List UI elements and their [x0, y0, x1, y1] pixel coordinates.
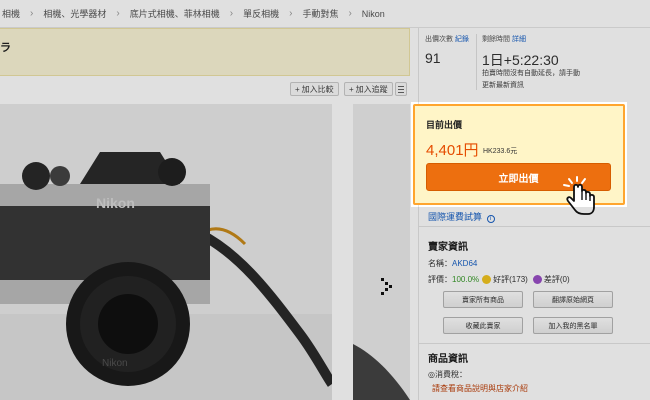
add-compare-button[interactable]: + 加入比較 — [290, 82, 339, 96]
devil-face-icon — [532, 275, 542, 284]
menu-icon[interactable] — [395, 82, 407, 96]
bad-reviews-link[interactable]: 差評(0) — [544, 274, 570, 285]
read-description-note: 請查看商品說明與店家介紹 — [432, 384, 528, 393]
translate-page-button[interactable]: 翻譯原始網頁 — [533, 291, 613, 308]
seller-rating-percent: 100.0% — [452, 275, 480, 284]
item-title-fragment: ラ — [0, 42, 11, 54]
time-left-value: 1日+5:22:30 — [482, 52, 559, 68]
camera-image: Nikon Nikon — [0, 104, 332, 400]
time-left-label-text: 剩餘時間 — [482, 36, 510, 43]
bid-count-value: 91 — [425, 50, 441, 66]
current-bid-price: 4,401円 — [426, 142, 479, 159]
bid-count-label: 出價次數 紀錄 — [425, 34, 469, 44]
smile-face-icon — [482, 275, 492, 284]
time-note: 拍賣時間沒有自動延長，請手動更新最新資訊 — [482, 70, 580, 89]
tax-label: ◎消費稅： — [428, 370, 467, 379]
breadcrumb-separator-icon: › — [30, 8, 34, 19]
time-left-label: 剩餘時間 詳細 — [482, 34, 526, 44]
item-info-title: 商品資訊 — [428, 354, 468, 365]
breadcrumb-separator-icon: › — [229, 8, 234, 19]
add-compare-label: 加入比較 — [301, 84, 334, 94]
svg-text:Nikon: Nikon — [96, 195, 135, 211]
breadcrumb-separator-icon: › — [116, 8, 120, 19]
breadcrumb: 相機 › 相機、光學器材 › 底片式相機、菲林相機 › 單反相機 › 手動對焦 … — [0, 0, 650, 28]
shipping-calculator-link[interactable]: 國際運費試算 i — [428, 210, 495, 223]
divider — [418, 343, 650, 344]
breadcrumb-separator-icon: › — [289, 8, 293, 19]
bid-history-link[interactable]: 紀錄 — [455, 36, 469, 43]
breadcrumb-item[interactable]: 底片式相機、菲林相機 — [130, 7, 220, 20]
add-watch-label: 加入追蹤 — [355, 84, 388, 94]
add-blacklist-button[interactable]: 加入我的黑名單 — [533, 317, 613, 334]
photo-preview-image — [353, 104, 410, 400]
current-bid-hkd: HK233.6元 — [483, 148, 518, 155]
hand-pointer-icon — [561, 175, 597, 215]
add-watch-button[interactable]: + 加入追蹤 — [344, 82, 393, 96]
seller-rating-label: 評價： — [428, 275, 452, 284]
time-detail-link[interactable]: 詳細 — [512, 36, 526, 43]
current-bid-title: 目前出價 — [426, 120, 463, 130]
favorite-seller-button[interactable]: 收藏此賣家 — [443, 317, 523, 334]
next-photo-preview[interactable] — [353, 104, 410, 400]
seller-all-items-button[interactable]: 賣家所有商品 — [443, 291, 523, 308]
seller-name-link[interactable]: AKD64 — [452, 259, 477, 268]
info-circle-icon: i — [486, 215, 495, 223]
breadcrumb-item[interactable]: 手動對焦 — [302, 7, 338, 20]
seller-rating-row: 評價： 100.0% 好評(173) 差評(0) — [428, 274, 570, 285]
shipping-calculator-label: 國際運費試算 — [428, 212, 483, 222]
breadcrumb-item[interactable]: Nikon — [362, 9, 385, 19]
plus-icon: + — [295, 84, 300, 94]
seller-name-row: 名稱： AKD64 — [428, 258, 477, 269]
plus-icon: + — [349, 84, 354, 94]
svg-text:Nikon: Nikon — [102, 358, 128, 369]
seller-info-title: 賣家資訊 — [428, 242, 468, 253]
breadcrumb-item[interactable]: 相機 — [2, 7, 20, 20]
stats-divider — [476, 34, 477, 90]
title-banner: ラ — [0, 28, 410, 76]
divider — [418, 226, 650, 227]
chevron-right-icon[interactable] — [379, 276, 397, 296]
breadcrumb-item[interactable]: 單反相機 — [243, 7, 279, 20]
bid-count-label-text: 出價次數 — [425, 36, 453, 43]
good-reviews-link[interactable]: 好評(173) — [493, 274, 528, 285]
product-photo[interactable]: Nikon Nikon — [0, 104, 332, 400]
breadcrumb-separator-icon: › — [348, 8, 352, 19]
breadcrumb-item[interactable]: 相機、光學器材 — [43, 7, 106, 20]
seller-name-label: 名稱： — [428, 259, 452, 268]
